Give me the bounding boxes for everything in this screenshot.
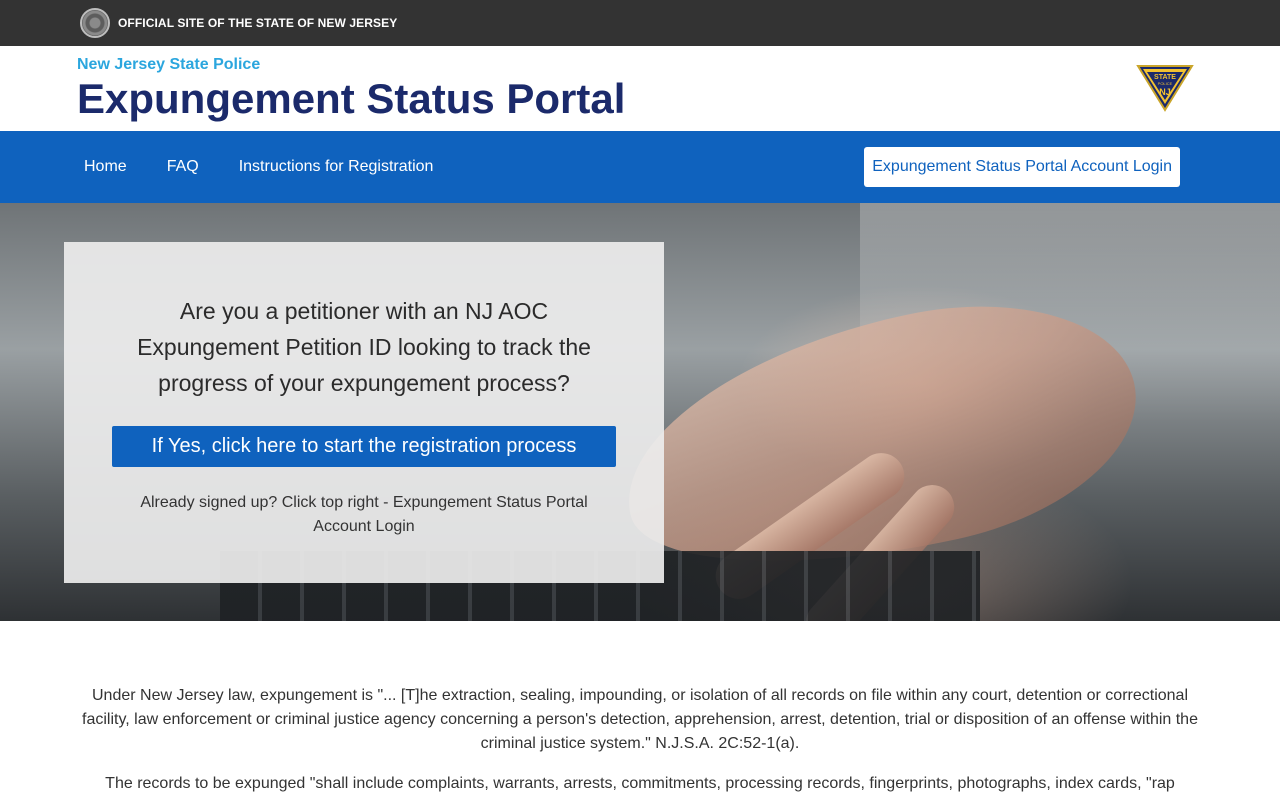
official-site-text: OFFICIAL SITE OF THE STATE OF NEW JERSEY	[118, 16, 398, 30]
already-signed-up-text: Already signed up? Click top right - Exp…	[140, 494, 588, 535]
expungement-definition-paragraph: Under New Jersey law, expungement is "..…	[82, 687, 1198, 752]
main-nav: Home FAQ Instructions for Registration E…	[0, 131, 1280, 203]
nj-state-seal-icon	[80, 8, 110, 38]
official-site-bar: OFFICIAL SITE OF THE STATE OF NEW JERSEY	[0, 0, 1280, 46]
nav-instructions-for-registration[interactable]: Instructions for Registration	[239, 158, 434, 176]
nav-links: Home FAQ Instructions for Registration	[84, 158, 473, 176]
main-content: Under New Jersey law, expungement is "..…	[0, 621, 1280, 796]
nav-home[interactable]: Home	[84, 158, 127, 176]
nav-faq[interactable]: FAQ	[167, 158, 199, 176]
badge-text-police: POLICE	[1158, 81, 1173, 86]
petitioner-question: Are you a petitioner with an NJ AOC Expu…	[137, 298, 591, 396]
hero-banner: Are you a petitioner with an NJ AOC Expu…	[0, 203, 1280, 621]
site-header: New Jersey State Police Expungement Stat…	[0, 46, 1280, 131]
agency-name: New Jersey State Police	[77, 56, 261, 73]
expunged-records-paragraph: The records to be expunged "shall includ…	[105, 775, 1175, 792]
badge-text-nj: NJ	[1159, 87, 1171, 97]
start-registration-button[interactable]: If Yes, click here to start the registra…	[112, 426, 616, 467]
badge-text-state: STATE	[1154, 74, 1176, 81]
account-login-button[interactable]: Expungement Status Portal Account Login	[864, 147, 1180, 187]
registration-callout: Are you a petitioner with an NJ AOC Expu…	[64, 242, 664, 583]
page-title: Expungement Status Portal	[77, 75, 626, 122]
njsp-badge-icon[interactable]: STATE POLICE NJ	[1136, 64, 1194, 112]
